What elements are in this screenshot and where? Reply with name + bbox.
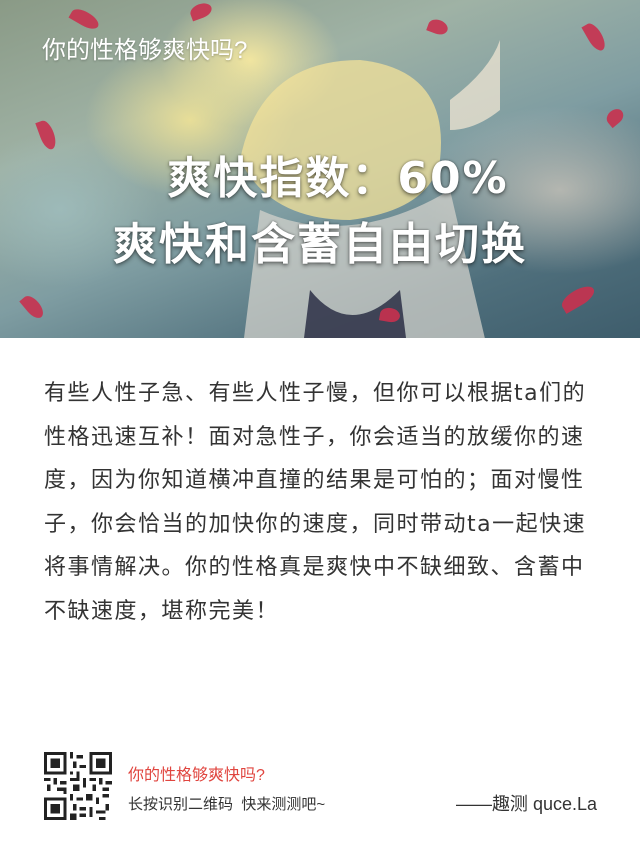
- result-description: 有些人性子急、有些人性子慢，但你可以根据ta们的性格迅速互补！面对急性子，你会适…: [44, 381, 587, 624]
- petal-decoration: [426, 17, 450, 37]
- score-heading: 爽快指数：60%: [167, 153, 509, 204]
- petal-decoration: [19, 292, 47, 322]
- petal-decoration: [188, 0, 214, 22]
- petal-decoration: [603, 105, 627, 129]
- hero-banner: 你的性格够爽快吗? 爽快指数：60% 爽快和含蓄自由切换: [0, 0, 640, 338]
- petal-decoration: [68, 5, 102, 33]
- petal-decoration: [558, 282, 598, 314]
- footer-brand: ——趣测 quce.La: [455, 794, 597, 814]
- qr-code-icon[interactable]: [44, 752, 112, 820]
- footer-quiz-title: 你的性格够爽快吗?: [128, 767, 265, 784]
- footer-scan-hint: 长按识别二维码 快来测测吧~: [128, 796, 326, 813]
- page-title: 你的性格够爽快吗?: [42, 37, 248, 64]
- result-heading: 爽快和含蓄自由切换: [113, 219, 527, 270]
- petal-decoration: [581, 20, 609, 54]
